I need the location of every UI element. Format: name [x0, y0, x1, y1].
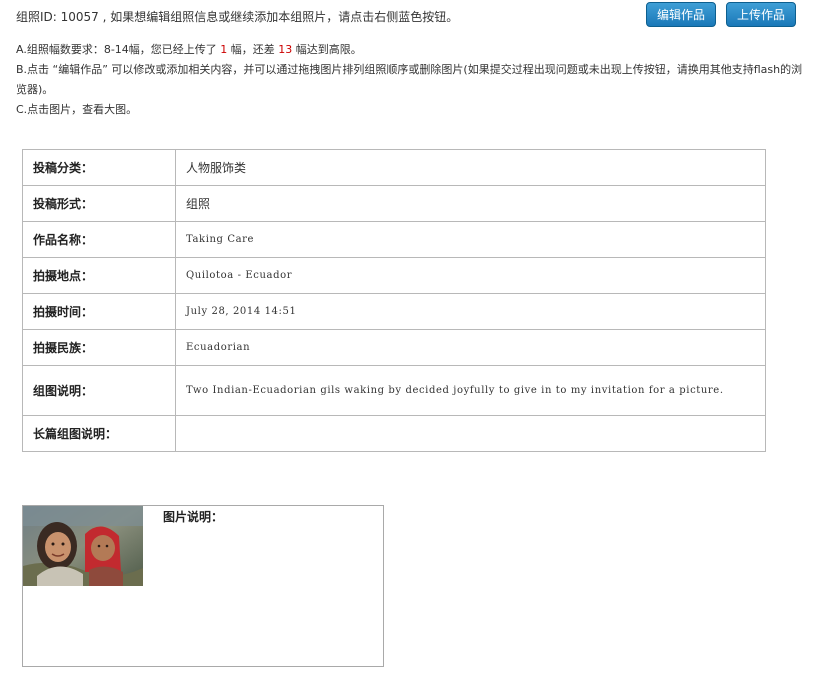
group-info-text: 组照ID: 10057 , 如果想编辑组照信息或继续添加本组照片，请点击右侧蓝色… — [16, 10, 459, 24]
instruction-a-suffix: 幅达到高限。 — [292, 43, 362, 56]
form-value: 组照 — [175, 185, 766, 222]
instruction-b: B.点击 “编辑作品” 可以修改或添加相关内容，并可以通过拖拽图片排列组照顺序或… — [16, 63, 803, 96]
category-value: 人物服饰类 — [175, 149, 766, 186]
instructions: A.组照幅数要求：8-14幅，您已经上传了 1 幅，还差 13 幅达到高限。 B… — [16, 40, 806, 120]
table-row: 拍摄民族： Ecuadorian — [22, 329, 766, 366]
photo-thumbnail[interactable] — [23, 506, 143, 586]
work-details-table: 投稿分类： 人物服饰类 投稿形式： 组照 作品名称： Taking Care 拍… — [22, 149, 766, 452]
photo-caption-label: 图片说明： — [163, 510, 224, 524]
table-row: 投稿形式： 组照 — [22, 185, 766, 222]
ethnicity-value: Ecuadorian — [175, 329, 766, 366]
category-label: 投稿分类： — [22, 149, 176, 186]
instruction-a-prefix: A.组照幅数要求：8-14幅，您已经上传了 — [16, 43, 221, 56]
long-description-label: 长篇组图说明： — [22, 415, 176, 452]
title-value: Taking Care — [175, 221, 766, 258]
remaining-count: 13 — [278, 43, 293, 56]
location-value: Quilotoa - Ecuador — [175, 257, 766, 294]
description-value: Two Indian-Ecuadorian gils waking by dec… — [175, 365, 766, 416]
ethnicity-label: 拍摄民族： — [22, 329, 176, 366]
edit-work-button[interactable]: 编辑作品 — [646, 2, 716, 27]
upload-work-button[interactable]: 上传作品 — [726, 2, 796, 27]
instruction-c: C.点击图片，查看大图。 — [16, 103, 138, 116]
description-label: 组图说明： — [22, 365, 176, 416]
table-row: 长篇组图说明： — [22, 415, 766, 452]
date-label: 拍摄时间： — [22, 293, 176, 330]
photo-image — [23, 506, 143, 586]
instruction-a-middle: 幅，还差 — [227, 43, 279, 56]
date-value: July 28, 2014 14:51 — [175, 293, 766, 330]
instruction-a: A.组照幅数要求：8-14幅，您已经上传了 1 幅，还差 13 幅达到高限。 — [16, 40, 806, 60]
form-label: 投稿形式： — [22, 185, 176, 222]
location-label: 拍摄地点： — [22, 257, 176, 294]
table-row: 拍摄时间： July 28, 2014 14:51 — [22, 293, 766, 330]
table-row: 投稿分类： 人物服饰类 — [22, 149, 766, 186]
table-row: 组图说明： Two Indian-Ecuadorian gils waking … — [22, 365, 766, 416]
table-row: 拍摄地点： Quilotoa - Ecuador — [22, 257, 766, 294]
table-row: 作品名称： Taking Care — [22, 221, 766, 258]
photo-card: 图片说明： — [22, 505, 384, 667]
long-description-value — [175, 415, 766, 452]
title-label: 作品名称： — [22, 221, 176, 258]
